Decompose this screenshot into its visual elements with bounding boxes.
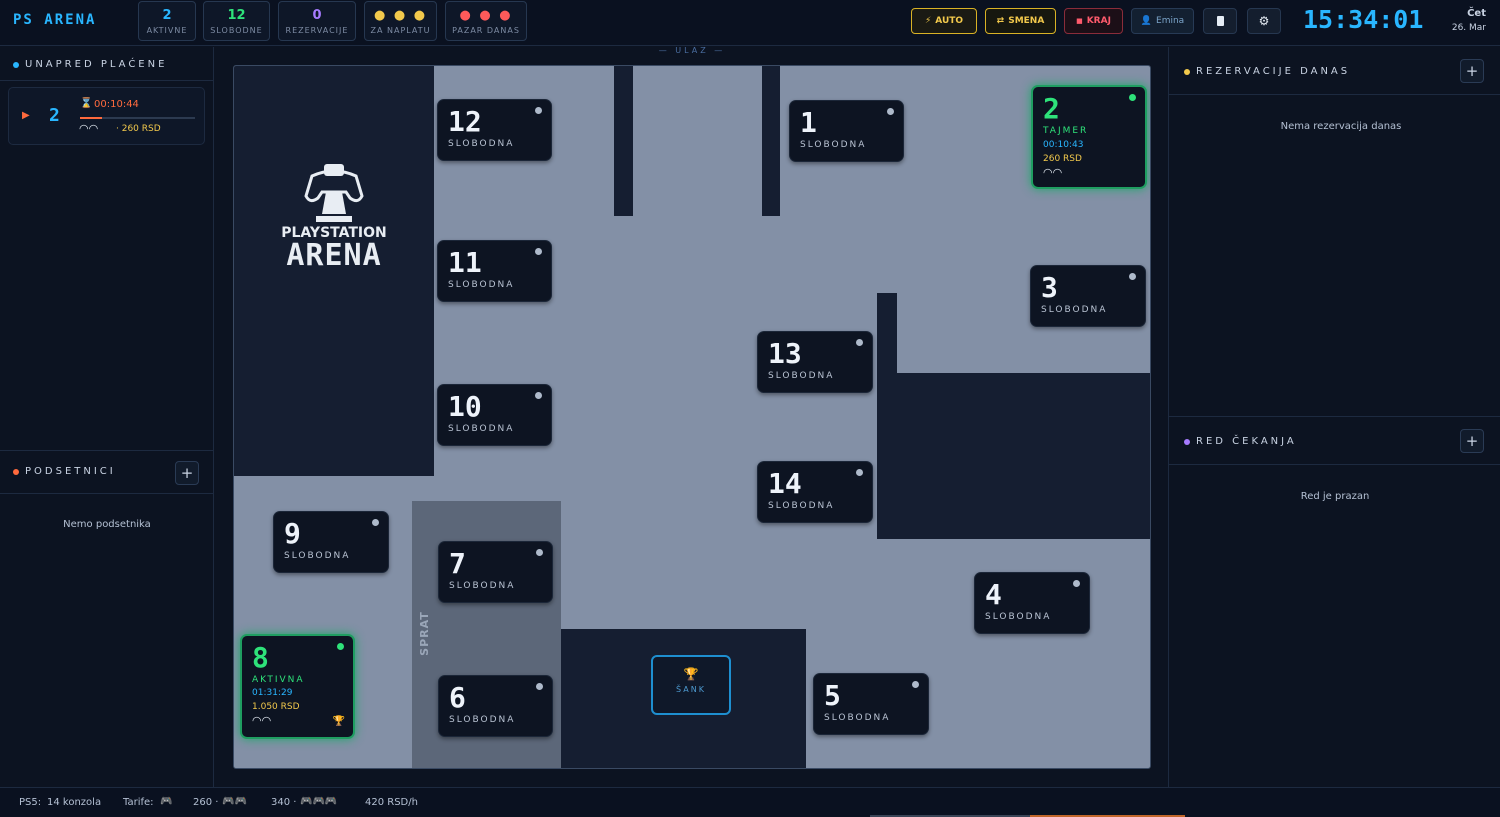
controller-icon: ◠◠ [1043, 166, 1063, 179]
status-indicator [536, 683, 543, 690]
status-indicator [1129, 94, 1136, 101]
status-dot [13, 468, 19, 475]
station-7[interactable]: 7 SLOBODNA [438, 541, 553, 603]
station-9[interactable]: 9 SLOBODNA [273, 511, 389, 573]
floor-plan: PLAYSTATION ARENA SPRAT 🏆 ŠANK 12 SLOBODN… [233, 65, 1151, 769]
document-button[interactable] [1203, 8, 1237, 34]
trophy-icon: 🏆 [332, 716, 345, 727]
station-10[interactable]: 10 SLOBODNA [437, 384, 552, 446]
station-6[interactable]: 6 SLOBODNA [438, 675, 553, 737]
plus-icon: + [1465, 62, 1479, 80]
status-dot [1184, 438, 1190, 445]
stat-daily-revenue[interactable]: ● ● ● PAZAR DANAS [445, 1, 527, 41]
right-panel: REZERVACIJE DANAS + Nema rezervacija dan… [1168, 47, 1500, 787]
stat-active[interactable]: 2 AKTIVNE [138, 1, 196, 41]
date-display: Čet 26. Mar [1451, 8, 1486, 33]
wall [614, 66, 633, 216]
status-indicator [856, 469, 863, 476]
user-icon: 👤 [1140, 16, 1153, 26]
station-1[interactable]: 1 SLOBODNA [789, 100, 904, 162]
bar-area: 🏆 ŠANK [561, 629, 806, 768]
status-indicator [1129, 273, 1136, 280]
app-logo: PS ARENA [13, 12, 97, 28]
station-3[interactable]: 3 SLOBODNA [1030, 265, 1146, 327]
gear-icon: ⚙ [1258, 14, 1270, 28]
auto-button[interactable]: ⚡ AUTO [911, 8, 977, 34]
status-bar: PS5: 14 konzola Tarife: 🎮 260 · 🎮🎮 340 ·… [0, 787, 1500, 817]
controller-icon: 🎮🎮🎮 [300, 796, 338, 807]
station-12[interactable]: 12 SLOBODNA [437, 99, 552, 161]
prepaid-header: UNAPRED PLAĆENE [13, 59, 167, 70]
add-reservation-button[interactable]: + [1460, 59, 1484, 83]
play-icon[interactable]: ▶ [22, 110, 30, 121]
swap-icon: ⇄ [996, 16, 1005, 26]
controller-icon: ◠◠ [79, 122, 99, 135]
wall [877, 293, 897, 373]
station-4[interactable]: 4 SLOBODNA [974, 572, 1090, 634]
station-14[interactable]: 14 SLOBODNA [757, 461, 873, 523]
plus-icon: + [180, 464, 194, 482]
wall [762, 66, 780, 216]
clock: 15:34:01 [1303, 5, 1424, 34]
add-reminder-button[interactable]: + [175, 461, 199, 485]
document-icon [1216, 16, 1224, 26]
entrance-label: — ULAZ — [658, 46, 726, 55]
reservations-header: REZERVACIJE DANAS [1184, 66, 1350, 77]
lightning-icon: ⚡ [924, 16, 932, 26]
status-indicator [372, 519, 379, 526]
reminders-header: PODSETNICI [13, 466, 116, 477]
status-indicator [856, 339, 863, 346]
left-panel: UNAPRED PLAĆENE ▶ 2 ⌛ 00:10:44 ◠◠ · 260 … [0, 47, 214, 787]
user-button[interactable]: 👤 Emina [1131, 8, 1194, 34]
station-11[interactable]: 11 SLOBODNA [437, 240, 552, 302]
prepaid-item[interactable]: ▶ 2 ⌛ 00:10:44 ◠◠ · 260 RSD [8, 87, 205, 145]
top-bar: PS ARENA 2 AKTIVNE 12 SLOBODNE 0 REZERVACIJ… [0, 0, 1500, 46]
status-dot [1184, 68, 1190, 75]
prepaid-progress [80, 117, 195, 119]
stat-to-pay[interactable]: ● ● ● ZA NAPLATU [364, 1, 437, 41]
controller-icon: ◠◠ [252, 714, 272, 727]
status-indicator [535, 107, 542, 114]
controller-icon: 🎮 [160, 796, 173, 807]
settings-button[interactable]: ⚙ [1247, 8, 1281, 34]
prepaid-station: 2 [49, 105, 60, 126]
status-indicator [1073, 580, 1080, 587]
room-block [877, 373, 1150, 539]
shift-button[interactable]: ⇄ SMENA [985, 8, 1056, 34]
status-indicator [887, 108, 894, 115]
brand-bottom: ARENA [286, 238, 382, 273]
queue-empty: Red je prazan [1300, 491, 1370, 502]
stat-reservations[interactable]: 0 REZERVACIJE [278, 1, 356, 41]
status-indicator [535, 392, 542, 399]
status-dot [13, 61, 19, 68]
reminders-empty: Nemo podsetnika [63, 519, 151, 530]
bar-counter[interactable]: 🏆 ŠANK [651, 655, 731, 715]
controller-trophy-logo [302, 162, 366, 224]
queue-header: RED ČEKANJA [1184, 436, 1297, 447]
stop-icon: ■ [1076, 17, 1083, 25]
status-indicator [337, 643, 344, 650]
prepaid-time: 00:10:44 [94, 99, 139, 110]
status-indicator [536, 549, 543, 556]
add-queue-button[interactable]: + [1460, 429, 1484, 453]
plus-icon: + [1465, 432, 1479, 450]
stairs-label: SPRAT [417, 611, 431, 656]
trophy-icon: 🏆 [683, 667, 699, 681]
stat-free[interactable]: 12 SLOBODNE [203, 1, 270, 41]
status-indicator [912, 681, 919, 688]
controller-icon: 🎮🎮 [222, 796, 247, 807]
station-8[interactable]: 8 AKTIVNA 01:31:29 1.050 RSD ◠◠ 🏆 [240, 634, 355, 739]
prepaid-price: · 260 RSD [116, 124, 161, 134]
station-5[interactable]: 5 SLOBODNA [813, 673, 929, 735]
hourglass-icon: ⌛ [80, 98, 93, 109]
station-13[interactable]: 13 SLOBODNA [757, 331, 873, 393]
brand-wall: PLAYSTATION ARENA [234, 66, 434, 476]
station-2[interactable]: 2 TAJMER 00:10:43 260 RSD ◠◠ [1031, 85, 1147, 189]
status-indicator [535, 248, 542, 255]
reservations-empty: Nema rezervacija danas [1280, 121, 1402, 132]
end-button[interactable]: ■ KRAJ [1064, 8, 1123, 34]
